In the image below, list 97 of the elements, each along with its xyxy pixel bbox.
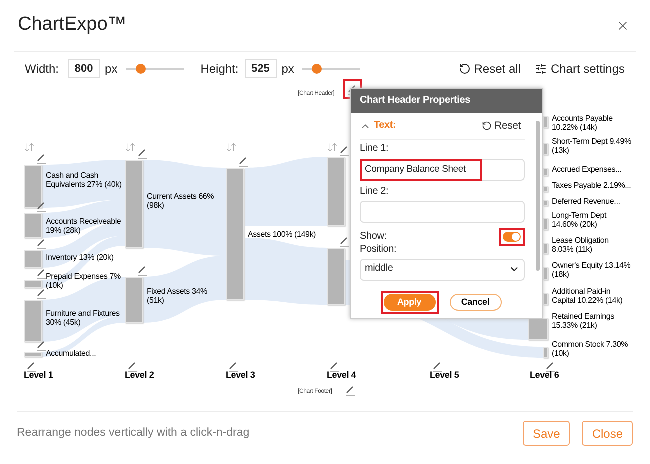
pencil-icon[interactable] xyxy=(26,361,37,372)
node-label: Assets 100% (149k) xyxy=(248,231,317,240)
pencil-icon[interactable] xyxy=(228,361,239,372)
reset-button[interactable]: Reset xyxy=(482,121,521,131)
node-label: Furniture and Fixtures 30% (45k) xyxy=(46,310,121,327)
show-toggle[interactable] xyxy=(503,232,521,242)
app-title: ChartExpo™ xyxy=(18,13,127,38)
sankey-node[interactable] xyxy=(24,165,42,208)
level-label: Level 2 xyxy=(125,371,154,380)
width-unit: px xyxy=(105,60,118,78)
sankey-node[interactable] xyxy=(543,243,548,254)
node-label: Taxes Payable 2.19%... xyxy=(552,182,632,190)
level-label: Level 1 xyxy=(24,371,54,380)
node-label: Common Stock 7.30% (10k) xyxy=(552,341,629,358)
position-select[interactable]: middle xyxy=(360,258,525,280)
panel-title: Chart Header Properties xyxy=(351,89,542,113)
sankey-node[interactable] xyxy=(226,168,244,300)
node-label: Current Assets 66% (98k) xyxy=(147,193,216,210)
pencil-icon[interactable] xyxy=(127,361,138,372)
node-label: Accumulated... xyxy=(46,350,98,358)
height-unit: px xyxy=(282,60,294,78)
node-label: Deferred Revenue... xyxy=(552,198,622,206)
pencil-icon[interactable] xyxy=(36,288,47,299)
node-label: Lease Obligation 8.03% (11k) xyxy=(552,237,610,254)
sort-icon[interactable] xyxy=(226,142,237,153)
sankey-node[interactable] xyxy=(543,267,548,280)
sankey-node[interactable] xyxy=(543,143,548,155)
line-1-label: Line 1: xyxy=(360,145,390,154)
pencil-icon[interactable] xyxy=(339,145,350,156)
pencil-icon[interactable] xyxy=(329,361,340,372)
height-label: Height: xyxy=(200,60,239,78)
pencil-icon[interactable] xyxy=(137,265,148,276)
position-label: Position: xyxy=(360,246,398,254)
sankey-node[interactable] xyxy=(543,116,548,128)
sankey-node[interactable] xyxy=(528,318,548,340)
node-label: Additional Paid-in Capital 10.22% (14k) xyxy=(552,288,624,305)
slider-thumb[interactable] xyxy=(312,64,322,74)
node-label: Fixed Assets 34% (51k) xyxy=(147,288,208,305)
show-label: Show: xyxy=(360,232,387,242)
sankey-node[interactable] xyxy=(543,186,548,192)
pencil-icon[interactable] xyxy=(137,148,148,159)
sankey-node[interactable] xyxy=(543,293,548,305)
node-label: Cash and Cash Equivalents 27% (40k) xyxy=(46,172,123,189)
node-label: Owner's Equity 13.14% (18k) xyxy=(552,262,632,279)
node-label: Prepaid Expenses 7% (10k) xyxy=(46,273,122,290)
pencil-icon[interactable] xyxy=(36,153,47,164)
height-slider[interactable] xyxy=(302,62,360,74)
node-label: Long-Term Dept 14.60% (20k) xyxy=(552,212,608,229)
level-label: Level 5 xyxy=(430,371,460,380)
sankey-node[interactable] xyxy=(543,168,548,176)
node-label: Inventory 13% (20k) xyxy=(46,254,115,262)
node-label: Accounts Receiveable 19% (28k) xyxy=(46,218,122,235)
pencil-icon[interactable] xyxy=(36,238,47,249)
node-label: Short-Term Dept 9.49% (13k) xyxy=(552,138,632,155)
sort-icon[interactable] xyxy=(327,142,338,153)
cancel-button[interactable]: Cancel xyxy=(450,294,502,310)
slider-thumb[interactable] xyxy=(136,64,146,74)
sankey-node[interactable] xyxy=(24,352,42,357)
sankey-node[interactable] xyxy=(24,250,42,268)
pencil-icon[interactable] xyxy=(238,156,249,167)
pencil-icon[interactable] xyxy=(432,361,443,372)
height-field[interactable]: 525 xyxy=(244,59,277,78)
sankey-node[interactable] xyxy=(543,200,548,206)
sort-icon[interactable] xyxy=(24,142,35,153)
node-label: Accounts Payable 10.22% (14k) xyxy=(552,115,614,132)
pencil-icon[interactable] xyxy=(545,361,556,372)
sankey-node[interactable] xyxy=(327,157,345,226)
node-label: Retained Earnings 15.33% (21k) xyxy=(552,313,616,330)
reset-icon xyxy=(459,62,472,74)
width-field[interactable]: 800 xyxy=(68,59,100,78)
level-label: Level 4 xyxy=(327,371,356,380)
pencil-icon[interactable] xyxy=(36,201,47,212)
pencil-icon[interactable] xyxy=(36,268,47,279)
width-label: Width: xyxy=(25,60,60,78)
sankey-node[interactable] xyxy=(125,160,143,248)
reset-icon xyxy=(482,121,492,131)
pencil-icon[interactable] xyxy=(339,236,350,247)
line-2-label: Line 2: xyxy=(360,188,390,196)
level-label: Level 3 xyxy=(226,371,256,380)
sankey-node[interactable] xyxy=(24,300,42,342)
sort-icon[interactable] xyxy=(125,142,136,153)
sankey-node[interactable] xyxy=(24,280,42,288)
pencil-icon[interactable] xyxy=(36,340,47,351)
footer-hint: Rearrange nodes vertically with a click-n-drag xyxy=(17,426,250,441)
line-2-field[interactable] xyxy=(360,201,525,223)
sankey-node[interactable] xyxy=(24,213,42,238)
sliders-icon xyxy=(534,62,547,74)
width-slider[interactable] xyxy=(126,62,184,74)
node-label: Accrued Expenses... xyxy=(552,166,623,174)
sankey-node[interactable] xyxy=(327,248,345,305)
sankey-node[interactable] xyxy=(543,347,548,358)
reset-all-button[interactable]: Reset all xyxy=(459,60,521,78)
pencil-icon[interactable] xyxy=(345,385,356,396)
sankey-node[interactable] xyxy=(125,277,143,323)
sankey-node[interactable] xyxy=(543,218,548,230)
level-label: Level 6 xyxy=(530,371,560,380)
chart-settings-button[interactable]: Chart settings xyxy=(534,60,625,78)
